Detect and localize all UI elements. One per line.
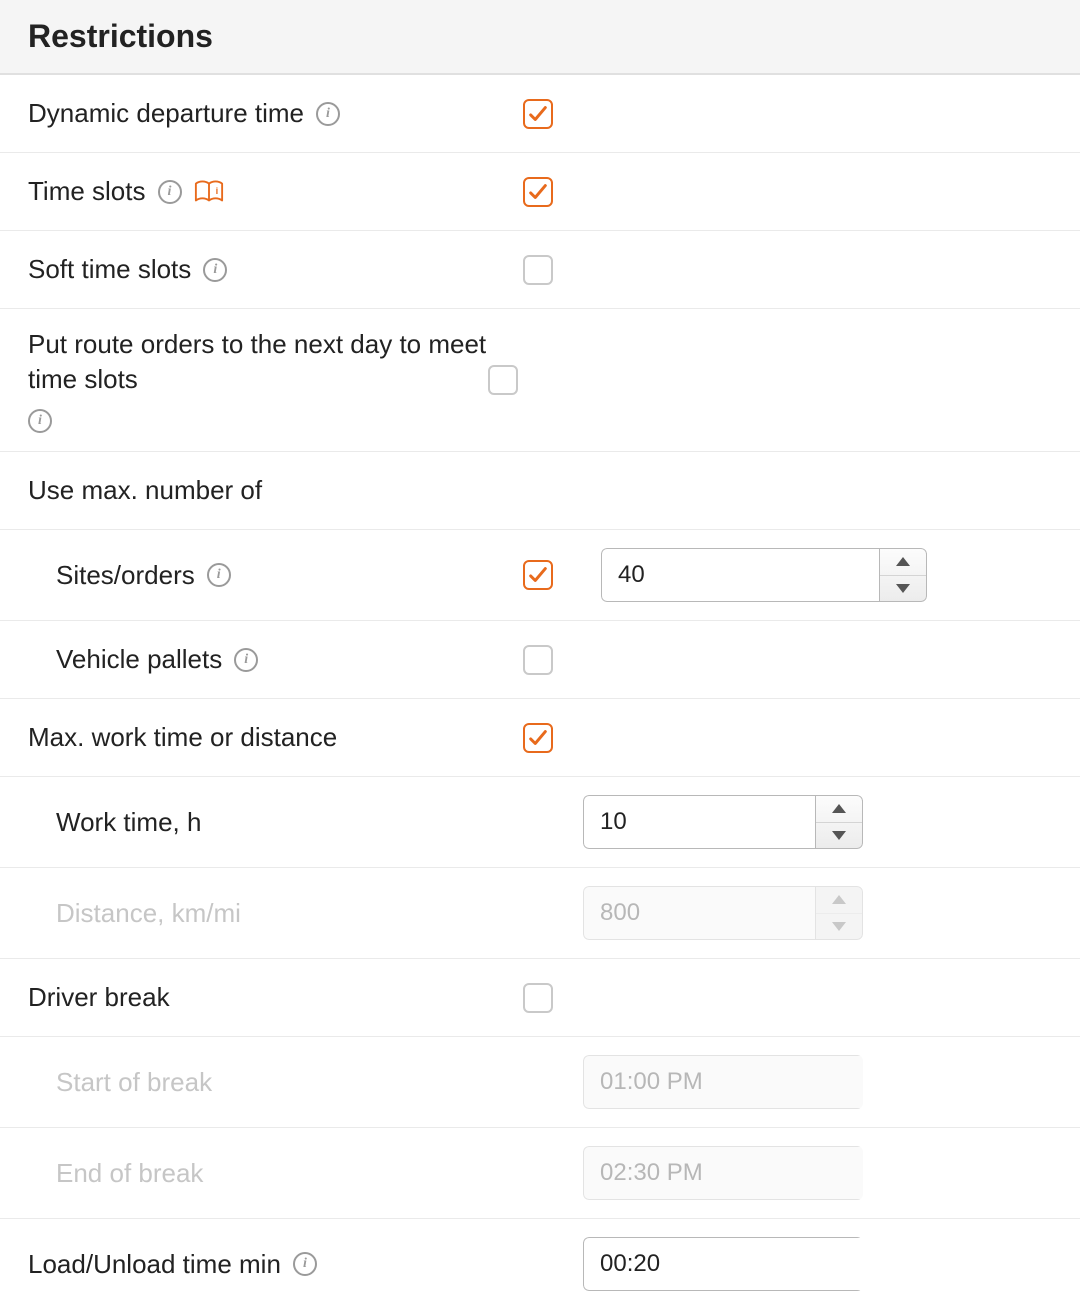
chevron-up-icon [832,804,846,813]
soft-time-slots-checkbox[interactable] [523,255,553,285]
end-break-input [583,1146,863,1200]
label: Soft time slots i [28,252,523,287]
label-text: Dynamic departure time [28,96,304,131]
step-down-button[interactable] [880,575,926,602]
load-unload-input[interactable] [583,1237,863,1291]
info-icon[interactable]: i [316,102,340,126]
label: Put route orders to the next day to meet… [28,327,488,433]
label: Max. work time or distance [28,720,523,755]
label-text: Use max. number of [28,473,262,508]
next-day-checkbox[interactable] [488,365,518,395]
panel-header: Restrictions [0,0,1080,75]
label: Work time, h [28,805,523,840]
row-soft-time-slots: Soft time slots i [0,231,1080,309]
label: Sites/orders i [28,558,523,593]
distance-stepper [815,886,863,940]
restrictions-panel: Restrictions Dynamic departure time i Ti… [0,0,1080,1309]
sites-orders-checkbox[interactable] [523,560,553,590]
row-dynamic-departure: Dynamic departure time i [0,75,1080,153]
page-title: Restrictions [28,18,1052,55]
work-time-numbox [583,795,863,849]
distance-input [583,886,815,940]
label-text: Work time, h [56,805,201,840]
distance-numbox [583,886,863,940]
label-text: End of break [56,1156,203,1191]
row-driver-break: Driver break [0,959,1080,1037]
settings-list: Dynamic departure time i Time slots i [0,75,1080,1309]
step-down-button [816,913,862,940]
chevron-down-icon [896,584,910,593]
info-icon[interactable]: i [203,258,227,282]
chevron-up-icon [832,895,846,904]
label-text: Put route orders to the next day to meet… [28,327,488,397]
sites-orders-input[interactable] [601,548,879,602]
row-next-day: Put route orders to the next day to meet… [0,309,1080,452]
row-use-max: Use max. number of [0,452,1080,530]
start-break-timebox [583,1055,863,1109]
vehicle-pallets-checkbox[interactable] [523,645,553,675]
label: Dynamic departure time i [28,96,523,131]
row-time-slots: Time slots i i [0,153,1080,231]
step-up-button [816,887,862,913]
label: Vehicle pallets i [28,642,523,677]
label-text: Sites/orders [56,558,195,593]
step-down-button[interactable] [816,822,862,849]
label-text: Max. work time or distance [28,720,337,755]
label-text: Load/Unload time min [28,1247,281,1282]
time-slots-checkbox[interactable] [523,177,553,207]
row-vehicle-pallets: Vehicle pallets i [0,621,1080,699]
label: Time slots i i [28,174,523,209]
chevron-up-icon [896,557,910,566]
info-icon[interactable]: i [234,648,258,672]
label-text: Vehicle pallets [56,642,222,677]
max-work-checkbox[interactable] [523,723,553,753]
row-distance: Distance, km/mi [0,868,1080,959]
label: Driver break [28,980,523,1015]
label-text: Distance, km/mi [56,896,241,931]
label: Start of break [28,1065,523,1100]
label-text: Driver break [28,980,170,1015]
info-icon[interactable]: i [293,1252,317,1276]
label: Use max. number of [28,473,523,508]
driver-break-checkbox[interactable] [523,983,553,1013]
info-icon[interactable]: i [28,409,52,433]
label-text: Time slots [28,174,146,209]
info-icon[interactable]: i [158,180,182,204]
row-load-unload: Load/Unload time min i [0,1219,1080,1309]
step-up-button[interactable] [816,796,862,822]
step-up-button[interactable] [880,549,926,575]
load-unload-timebox [583,1237,863,1291]
sites-orders-numbox [601,548,927,602]
label: End of break [28,1156,523,1191]
row-max-work: Max. work time or distance [0,699,1080,777]
row-sites-orders: Sites/orders i [0,530,1080,621]
row-end-break: End of break [0,1128,1080,1219]
book-icon[interactable]: i [194,179,224,205]
label: Distance, km/mi [28,896,523,931]
work-time-input[interactable] [583,795,815,849]
chevron-down-icon [832,922,846,931]
row-work-time: Work time, h [0,777,1080,868]
label: Load/Unload time min i [28,1247,523,1282]
label-text: Start of break [56,1065,212,1100]
sites-orders-stepper [879,548,927,602]
work-time-stepper [815,795,863,849]
chevron-down-icon [832,831,846,840]
end-break-timebox [583,1146,863,1200]
dynamic-departure-checkbox[interactable] [523,99,553,129]
start-break-input [583,1055,863,1109]
info-icon[interactable]: i [207,563,231,587]
row-start-break: Start of break [0,1037,1080,1128]
label-text: Soft time slots [28,252,191,287]
svg-text:i: i [215,185,218,195]
